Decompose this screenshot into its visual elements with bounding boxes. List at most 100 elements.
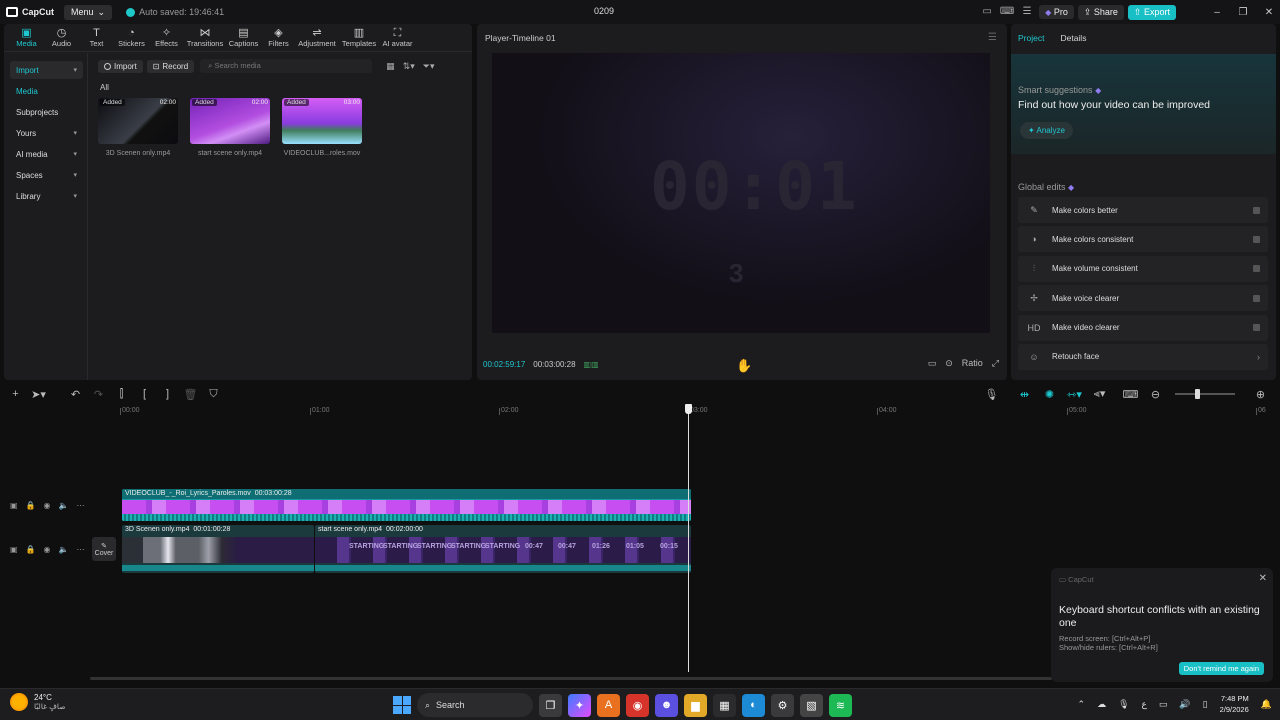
store-icon[interactable]: ▦ [713, 693, 736, 717]
clip-start-scene[interactable]: start scene only.mp4 00:02:00:00 STARTIN… [315, 525, 691, 573]
tool-media[interactable]: ▣ Media [10, 24, 43, 51]
search-media-input[interactable]: ⌕ Search media [200, 59, 373, 73]
zoom-slider[interactable] [1175, 389, 1235, 399]
redo-icon[interactable]: ↷ [87, 388, 110, 401]
cloud-icon[interactable]: ☁ [1097, 699, 1106, 710]
tool-stickers[interactable]: ◔ Stickers [115, 24, 148, 51]
toggle-switch[interactable] [1253, 294, 1260, 302]
menu-icon[interactable]: ☰ [988, 32, 997, 43]
more-icon[interactable]: ⋯ [76, 545, 84, 554]
caption-icon[interactable]: ⌨ [1119, 388, 1142, 401]
edit-make-voice-clearer[interactable]: ✢ Make voice clearer [1018, 285, 1268, 312]
split-left-icon[interactable]: [ [133, 388, 156, 400]
maximize-button[interactable]: ❐ [1232, 7, 1254, 18]
eye-icon[interactable]: ◉ [44, 545, 51, 554]
menu-button[interactable]: Menu ⌄ [64, 4, 113, 20]
select-tool-icon[interactable]: ➤▾ [27, 388, 50, 401]
taskbar-search[interactable]: ⌕ Search [417, 693, 533, 717]
record-button[interactable]: ⊡ Record [146, 59, 195, 73]
sidebar-item-import[interactable]: Import ▾ [10, 61, 83, 79]
start-icon[interactable] [393, 696, 411, 714]
copilot-icon[interactable]: ✦ [568, 693, 591, 717]
tab-details[interactable]: Details [1060, 33, 1086, 43]
sidebar-item-media[interactable]: Media [10, 82, 83, 100]
link-icon[interactable]: ⇹ [1013, 388, 1036, 401]
quality-icon[interactable]: ▭ [928, 358, 937, 369]
video-preview[interactable]: 00:01 3 [492, 53, 990, 333]
timeline-scrollbar[interactable] [90, 677, 1052, 680]
battery-icon[interactable]: ▯ [1203, 699, 1208, 710]
toggle-switch[interactable] [1253, 324, 1260, 332]
media-item[interactable]: Added 02:00 start scene only.mp4 [190, 98, 270, 157]
track-icon[interactable]: ▣ [10, 545, 18, 554]
zoom-fit-icon[interactable]: ⊙ [945, 358, 953, 369]
capcut-taskbar-icon[interactable]: ▧ [800, 693, 823, 717]
filter-icon[interactable]: ⏷▾ [423, 61, 435, 72]
more-icon[interactable]: ⋯ [76, 501, 84, 510]
chrome-icon[interactable]: ◉ [626, 693, 649, 717]
eye-icon[interactable]: ◉ [44, 501, 51, 510]
delete-icon[interactable]: 🗑 [179, 388, 202, 401]
dont-remind-button[interactable]: Don't remind me again [1178, 662, 1264, 675]
list-icon[interactable]: ☰ [1019, 5, 1035, 19]
clock[interactable]: 7:48 PM 2/9/2026 [1220, 693, 1249, 715]
undo-icon[interactable]: ↶ [64, 388, 87, 401]
sidebar-item-subprojects[interactable]: Subprojects [10, 103, 83, 121]
play-pause-icon[interactable]: ✋ [736, 358, 752, 374]
minimize-button[interactable]: – [1206, 7, 1228, 18]
analyze-button[interactable]: ✦ Analyze [1020, 122, 1073, 139]
zoom-fit-icon[interactable]: ⊕ [1249, 388, 1272, 401]
preview-axis-icon[interactable]: ⫷▾ [1088, 387, 1111, 401]
toggle-switch[interactable] [1253, 235, 1260, 243]
speaker-icon[interactable]: 🔈 [59, 501, 69, 510]
lock-icon[interactable]: 🔒 [26, 545, 36, 554]
timeline-ruler[interactable]: 00:00 01:00 02:00 03:00 04:00 05:00 06 [88, 404, 1280, 418]
speaker-icon[interactable]: 🔈 [59, 545, 69, 554]
tool-captions[interactable]: ▤ Captions [227, 24, 260, 51]
notification-icon[interactable]: 🔔 [1261, 699, 1272, 710]
layout-icon[interactable]: ▭ [979, 5, 995, 19]
shortcuts-icon[interactable]: ⌨ [999, 5, 1015, 19]
edit-make-colors-consistent[interactable]: ◑ Make colors consistent [1018, 226, 1268, 253]
close-icon[interactable]: ✕ [1259, 573, 1267, 584]
task-view-icon[interactable]: ❐ [539, 693, 562, 717]
tool-text[interactable]: T Text [80, 24, 113, 51]
sort-icon[interactable]: ⇅▾ [403, 61, 415, 72]
tool-effects[interactable]: ✧ Effects [150, 24, 183, 51]
sidebar-item-yours[interactable]: Yours ▾ [10, 124, 83, 142]
share-button[interactable]: ⇪ Share [1077, 4, 1124, 20]
discord-icon[interactable]: ☻ [655, 693, 678, 717]
tab-project[interactable]: Project [1018, 33, 1044, 43]
clip-3d-scene[interactable]: 3D Scenen only.mp4 00:01:00:28 [122, 525, 314, 573]
playhead-line[interactable] [688, 404, 689, 672]
shield-icon[interactable]: ⛉ [202, 388, 225, 401]
edit-retouch-face[interactable]: ☺ Retouch face › [1018, 343, 1268, 370]
timeline-view-icon[interactable]: ▥▥ [584, 360, 599, 369]
sidebar-item-spaces[interactable]: Spaces ▾ [10, 166, 83, 184]
tool-filters[interactable]: ◈ Filters [262, 24, 295, 51]
tool-ai-avatar[interactable]: ⛶ AI avatar [381, 24, 414, 51]
media-item[interactable]: Added 02:00 3D Scenen only.mp4 [98, 98, 178, 157]
sidebar-item-ai-media[interactable]: AI media ▾ [10, 145, 83, 163]
grid-view-icon[interactable]: ▦ [386, 61, 395, 72]
edge-icon[interactable]: ◐ [742, 693, 765, 717]
tool-transitions[interactable]: ⋈ Transitions [185, 24, 225, 51]
office-icon[interactable]: A [597, 693, 620, 717]
tool-templates[interactable]: ▥ Templates [339, 24, 379, 51]
file-explorer-icon[interactable]: ▆ [684, 693, 707, 717]
split-icon[interactable]: ⫿ [110, 388, 133, 401]
auto-snap-icon[interactable]: ⇿▾ [1063, 388, 1086, 401]
zoom-out-icon[interactable]: ⊖ [1144, 388, 1167, 401]
chevron-up-icon[interactable]: ⌃ [1078, 699, 1086, 710]
filter-all[interactable]: All [100, 83, 472, 92]
magnet-icon[interactable]: ✺ [1038, 388, 1061, 401]
volume-icon[interactable]: 🔊 [1179, 699, 1190, 710]
pro-button[interactable]: ◆ Pro [1039, 5, 1074, 19]
toggle-switch[interactable] [1253, 265, 1260, 273]
weather-widget[interactable]: 24°C صافٍ غالبًا [10, 693, 66, 711]
edit-make-colors-better[interactable]: ✎ Make colors better [1018, 197, 1268, 223]
edit-make-volume-consistent[interactable]: ⫶ Make volume consistent [1018, 255, 1268, 282]
spotify-icon[interactable]: ≋ [829, 693, 852, 717]
app-icon[interactable]: ⚙ [771, 693, 794, 717]
clip-videoclub[interactable]: VIDEOCLUB_-_Roi_Lyrics_Paroles.mov 00:03… [122, 489, 691, 521]
